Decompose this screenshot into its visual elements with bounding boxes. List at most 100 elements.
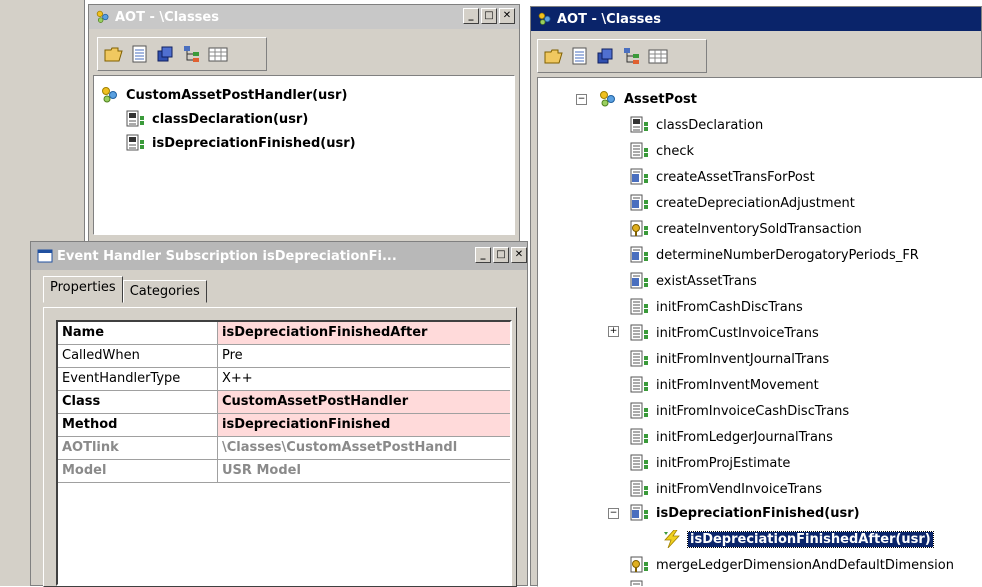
right-tree-view[interactable]: − + − AssetPost classDeclaration check c… bbox=[537, 77, 982, 587]
compile-button[interactable] bbox=[596, 46, 616, 66]
tree-node-method[interactable]: classDeclaration(usr) bbox=[126, 108, 308, 130]
collapse-toggle[interactable]: − bbox=[576, 94, 587, 105]
tree-node-label: CustomAssetPostHandler(usr) bbox=[126, 87, 348, 103]
tree-node-label: createInventorySoldTransaction bbox=[656, 221, 862, 237]
tab-properties[interactable]: Properties bbox=[43, 276, 123, 303]
properties-icon bbox=[130, 45, 150, 63]
method-icon bbox=[630, 142, 650, 160]
property-value[interactable]: X++ bbox=[218, 368, 510, 390]
left-window-titlebar[interactable]: AOT - \Classes _ □ ✕ bbox=[89, 5, 519, 29]
tree-node-label: initFromCustInvoiceTrans bbox=[656, 325, 819, 341]
class-node-icon bbox=[100, 86, 120, 104]
tree-node-method[interactable]: isDepreciationFinished(usr) bbox=[630, 502, 860, 524]
method-icon bbox=[630, 480, 650, 498]
tree-node-method[interactable]: initFromProjEstimate bbox=[630, 452, 790, 474]
property-row[interactable]: Name isDepreciationFinishedAfter bbox=[58, 322, 510, 345]
tree-node-label: isDepreciationFinished(usr) bbox=[656, 505, 860, 521]
properties-panel: Name isDepreciationFinishedAfter CalledW… bbox=[43, 307, 517, 587]
maximize-button[interactable]: □ bbox=[481, 8, 497, 24]
tree-node-label: mergeLedgerDimensionAndDefaultDimension bbox=[656, 557, 954, 573]
property-value: \Classes\CustomAssetPostHandl bbox=[222, 440, 458, 455]
tree-node-label: initFromProjEstimate bbox=[656, 455, 791, 471]
tree-node-method[interactable]: mergeLedgerDimensionAndDefaultDimension bbox=[630, 554, 954, 576]
property-row[interactable]: AOTlink \Classes\CustomAssetPostHandl bbox=[58, 437, 510, 460]
property-key: Class bbox=[58, 391, 218, 413]
event-handler-icon bbox=[662, 530, 682, 548]
tree-node-method[interactable]: initFromInventJournalTrans bbox=[630, 348, 829, 370]
tree-node-class[interactable]: CustomAssetPostHandler(usr) bbox=[100, 84, 347, 106]
method-icon bbox=[126, 134, 146, 152]
tree-node-label: initFromInventJournalTrans bbox=[656, 351, 830, 367]
tree-node-method[interactable]: createInventorySoldTransaction bbox=[630, 218, 862, 240]
tree-node-method[interactable]: initFromInventMovement bbox=[630, 374, 819, 396]
method-icon bbox=[630, 428, 650, 446]
grid-button[interactable] bbox=[208, 44, 228, 64]
property-value[interactable]: isDepreciationFinished bbox=[218, 414, 510, 436]
tree-node-label: initFromInventMovement bbox=[656, 377, 819, 393]
tree-button[interactable] bbox=[182, 44, 202, 64]
method-icon bbox=[630, 556, 650, 574]
right-window-titlebar[interactable]: AOT - \Classes bbox=[531, 7, 981, 31]
dialog-titlebar[interactable]: Event Handler Subscription isDepreciatio… bbox=[31, 242, 527, 270]
compile-button[interactable] bbox=[156, 44, 176, 64]
tree-node-class[interactable]: AssetPost bbox=[598, 88, 697, 110]
tree-node-method[interactable]: initFromInvoiceCashDiscTrans bbox=[630, 400, 849, 422]
method-icon bbox=[630, 350, 650, 368]
property-value: USR Model bbox=[222, 463, 301, 478]
tree-node-method[interactable]: initFromCustInvoiceTrans bbox=[630, 322, 819, 344]
property-row[interactable]: CalledWhen Pre bbox=[58, 345, 510, 368]
tree-node-method[interactable]: createAssetTransForPost bbox=[630, 166, 815, 188]
tree-node-event-handler[interactable]: isDepreciationFinishedAfter(usr) bbox=[662, 528, 934, 550]
property-row[interactable]: Class CustomAssetPostHandler bbox=[58, 391, 510, 414]
open-folder-icon bbox=[544, 47, 564, 65]
property-value[interactable]: CustomAssetPostHandler bbox=[218, 391, 510, 413]
aot-window-right: AOT - \Classes − + − AssetPost classDecl… bbox=[530, 6, 982, 587]
property-row[interactable]: Model USR Model bbox=[58, 460, 510, 483]
property-value[interactable]: Pre bbox=[218, 345, 510, 367]
tree-node-method[interactable]: determineNumberDerogatoryPeriods_FR bbox=[630, 244, 919, 266]
tree-icon bbox=[182, 45, 202, 63]
tree-node-method[interactable]: initFromVendInvoiceTrans bbox=[630, 478, 822, 500]
method-icon bbox=[630, 376, 650, 394]
tree-button[interactable] bbox=[622, 46, 642, 66]
tree-node-method[interactable]: existAssetTrans bbox=[630, 270, 757, 292]
property-key: EventHandlerType bbox=[58, 368, 218, 390]
collapse-toggle[interactable]: − bbox=[608, 508, 619, 519]
minimize-button[interactable]: _ bbox=[475, 247, 491, 263]
properties-button[interactable] bbox=[570, 46, 590, 66]
grid-icon bbox=[208, 45, 228, 63]
class-node-icon bbox=[537, 12, 553, 26]
open-folder-icon bbox=[104, 45, 124, 63]
tree-node-method[interactable]: initFromCashDiscTrans bbox=[630, 296, 803, 318]
class-node-icon bbox=[598, 90, 618, 108]
method-icon bbox=[630, 246, 650, 264]
grid-icon bbox=[648, 47, 668, 65]
method-icon bbox=[630, 324, 650, 342]
tree-node-label: initFromCashDiscTrans bbox=[656, 299, 803, 315]
left-window-title: AOT - \Classes bbox=[115, 9, 219, 25]
properties-button[interactable] bbox=[130, 44, 150, 64]
left-tree-view[interactable]: CustomAssetPostHandler(usr) classDeclara… bbox=[93, 75, 515, 235]
property-row[interactable]: EventHandlerType X++ bbox=[58, 368, 510, 391]
tree-node-method[interactable]: initFromLedgerJournalTrans bbox=[630, 426, 833, 448]
maximize-button[interactable]: □ bbox=[493, 247, 509, 263]
expand-toggle[interactable]: + bbox=[608, 326, 619, 337]
minimize-button[interactable]: _ bbox=[463, 8, 479, 24]
tree-node-method[interactable]: createDepreciationAdjustment bbox=[630, 192, 855, 214]
property-key: CalledWhen bbox=[58, 345, 218, 367]
method-icon bbox=[630, 504, 650, 522]
tree-node-method[interactable]: classDeclaration bbox=[630, 114, 763, 136]
tree-node-label: classDeclaration bbox=[656, 117, 764, 133]
open-folder-button[interactable] bbox=[104, 44, 124, 64]
open-folder-button[interactable] bbox=[544, 46, 564, 66]
grid-button[interactable] bbox=[648, 46, 668, 66]
close-button[interactable]: ✕ bbox=[511, 247, 527, 263]
tree-node-label: initFromInvoiceCashDiscTrans bbox=[656, 403, 850, 419]
property-value[interactable]: isDepreciationFinishedAfter bbox=[218, 322, 510, 344]
tree-node-method[interactable]: isDepreciationFinished(usr) bbox=[126, 132, 356, 154]
tree-node-method[interactable]: check bbox=[630, 140, 694, 162]
close-button[interactable]: ✕ bbox=[499, 8, 515, 24]
property-row[interactable]: Method isDepreciationFinished bbox=[58, 414, 510, 437]
tab-categories[interactable]: Categories bbox=[122, 280, 207, 303]
method-icon bbox=[630, 298, 650, 316]
